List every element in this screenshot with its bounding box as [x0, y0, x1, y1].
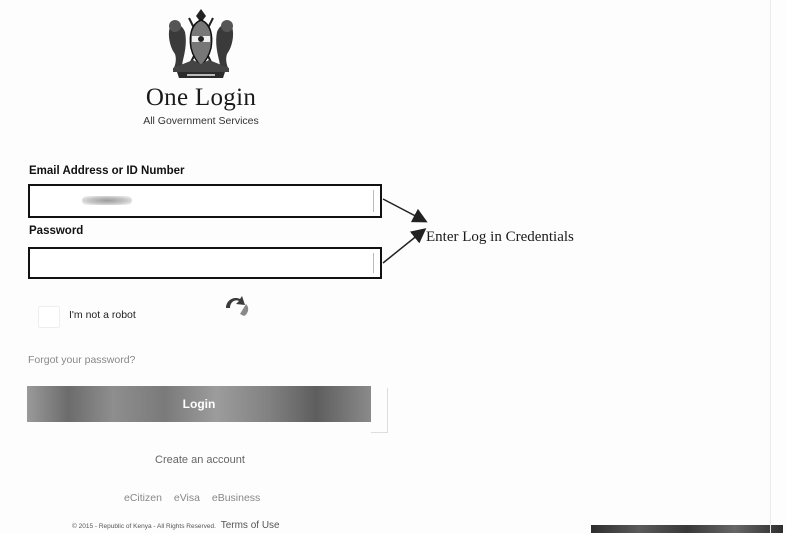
captcha-checkbox[interactable] [38, 306, 60, 328]
input-inner-edge [373, 190, 374, 212]
service-link-ecitizen[interactable]: eCitizen [124, 492, 162, 504]
input-inner-edge [373, 253, 374, 273]
service-link-evisa[interactable]: eVisa [174, 492, 200, 504]
annotation-label: Enter Log in Credentials [426, 229, 574, 245]
recaptcha-icon [226, 296, 249, 316]
service-link-ebusiness[interactable]: eBusiness [212, 492, 260, 504]
coat-of-arms-icon [168, 9, 234, 78]
login-button-shadow [371, 388, 388, 433]
email-redacted-value [82, 196, 132, 205]
page-subtitle: All Government Services [143, 115, 259, 127]
page-edge-line [770, 0, 771, 533]
create-account-link[interactable]: Create an account [155, 454, 245, 466]
captcha-label: I'm not a robot [69, 309, 136, 321]
copyright-text: © 2015 - Republic of Kenya - All Rights … [72, 523, 216, 530]
email-label: Email Address or ID Number [29, 165, 185, 177]
password-field[interactable] [28, 247, 382, 279]
forgot-password-link[interactable]: Forgot your password? [28, 354, 135, 366]
password-label: Password [29, 225, 84, 237]
login-button[interactable]: Login [27, 386, 371, 422]
scan-edge-bar [591, 525, 783, 533]
service-links: eCitizen eVisa eBusiness [124, 492, 269, 504]
terms-of-use-link[interactable]: Terms of Use [221, 520, 280, 531]
footer: © 2015 - Republic of Kenya - All Rights … [72, 520, 280, 531]
page-title: One Login [145, 84, 257, 111]
